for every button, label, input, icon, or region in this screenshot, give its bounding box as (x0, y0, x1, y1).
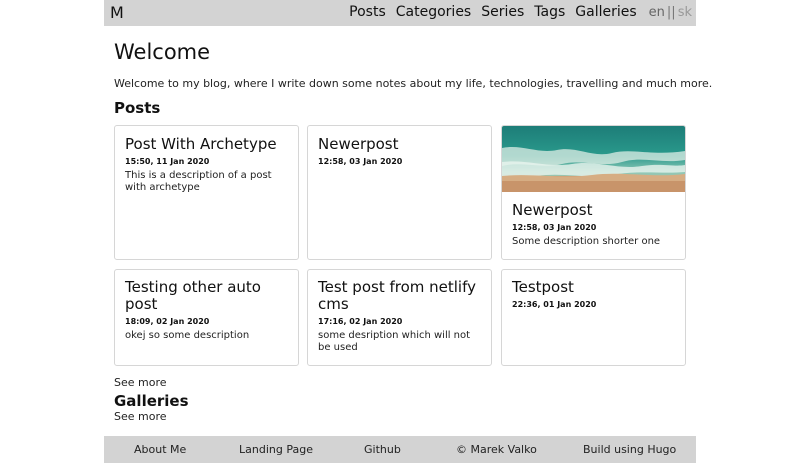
footer-copyright: © Marek Valko (456, 443, 537, 456)
post-card-body: Testpost 22:36, 01 Jan 2020 (512, 279, 677, 310)
footer-link-build-using-hugo[interactable]: Build using Hugo (583, 443, 676, 456)
galleries-see-more-link[interactable]: See more (114, 410, 167, 423)
post-date: 12:58, 03 Jan 2020 (512, 223, 597, 232)
lang-separator: || (666, 4, 676, 20)
post-description: okej so some description (125, 330, 250, 341)
posts-heading: Posts (114, 99, 161, 117)
nav-link-series[interactable]: Series (481, 4, 524, 20)
site-logo[interactable]: M (110, 3, 124, 22)
site-frame: M Posts Categories Series Tags Galleries… (104, 0, 712, 463)
post-title[interactable]: Testing other auto post (125, 279, 290, 313)
post-description: This is a description of a post with arc… (125, 170, 272, 193)
nav-link-categories[interactable]: Categories (396, 4, 471, 20)
footer: About Me Landing Page Github © Marek Val… (104, 436, 696, 463)
footer-link-about-me[interactable]: About Me (134, 443, 186, 456)
post-card-body: Testing other auto post 18:09, 02 Jan 20… (125, 279, 290, 342)
post-card[interactable]: Newerpost 12:58, 03 Jan 2020 Some descri… (501, 125, 686, 260)
nav-link-tags[interactable]: Tags (534, 4, 565, 20)
post-card[interactable]: Test post from netlify cms 17:16, 02 Jan… (307, 269, 492, 366)
post-card[interactable]: Post With Archetype 15:50, 11 Jan 2020 T… (114, 125, 299, 260)
post-card-body: Post With Archetype 15:50, 11 Jan 2020 T… (125, 136, 290, 194)
post-title[interactable]: Newerpost (512, 202, 677, 219)
post-date: 12:58, 03 Jan 2020 (318, 157, 403, 166)
footer-link-landing-page[interactable]: Landing Page (239, 443, 313, 456)
galleries-heading: Galleries (114, 392, 189, 410)
main-content: Welcome Welcome to my blog, where I writ… (114, 38, 712, 423)
nav-link-galleries[interactable]: Galleries (575, 4, 636, 20)
post-date: 18:09, 02 Jan 2020 (125, 317, 210, 326)
post-date: 17:16, 02 Jan 2020 (318, 317, 403, 326)
post-card-body: Newerpost 12:58, 03 Jan 2020 (318, 136, 483, 167)
nav-link-posts[interactable]: Posts (349, 4, 386, 20)
post-title[interactable]: Post With Archetype (125, 136, 290, 153)
nav-menu: Posts Categories Series Tags Galleries e… (339, 4, 692, 20)
lang-sk-link[interactable]: sk (678, 5, 692, 20)
post-description: Some description shorter one (512, 236, 661, 247)
language-switcher: en || sk (649, 5, 692, 20)
post-title[interactable]: Test post from netlify cms (318, 279, 483, 313)
post-description: some desription which will not be used (318, 330, 471, 353)
post-card[interactable]: Newerpost 12:58, 03 Jan 2020 (307, 125, 492, 260)
post-cover-image[interactable] (502, 126, 685, 192)
page: M Posts Categories Series Tags Galleries… (0, 0, 800, 463)
post-date: 15:50, 11 Jan 2020 (125, 157, 210, 166)
post-card[interactable]: Testing other auto post 18:09, 02 Jan 20… (114, 269, 299, 366)
post-title[interactable]: Testpost (512, 279, 677, 296)
page-title: Welcome (114, 40, 211, 64)
posts-see-more-link[interactable]: See more (114, 376, 167, 389)
post-card-body: Test post from netlify cms 17:16, 02 Jan… (318, 279, 483, 354)
navbar: M Posts Categories Series Tags Galleries… (104, 0, 696, 26)
post-title[interactable]: Newerpost (318, 136, 483, 153)
lang-en-link[interactable]: en (649, 5, 665, 20)
post-card-body: Newerpost 12:58, 03 Jan 2020 Some descri… (512, 202, 677, 248)
post-card[interactable]: Testpost 22:36, 01 Jan 2020 (501, 269, 686, 366)
footer-link-github[interactable]: Github (364, 443, 401, 456)
intro-text: Welcome to my blog, where I write down s… (114, 77, 713, 90)
post-date: 22:36, 01 Jan 2020 (512, 300, 597, 309)
